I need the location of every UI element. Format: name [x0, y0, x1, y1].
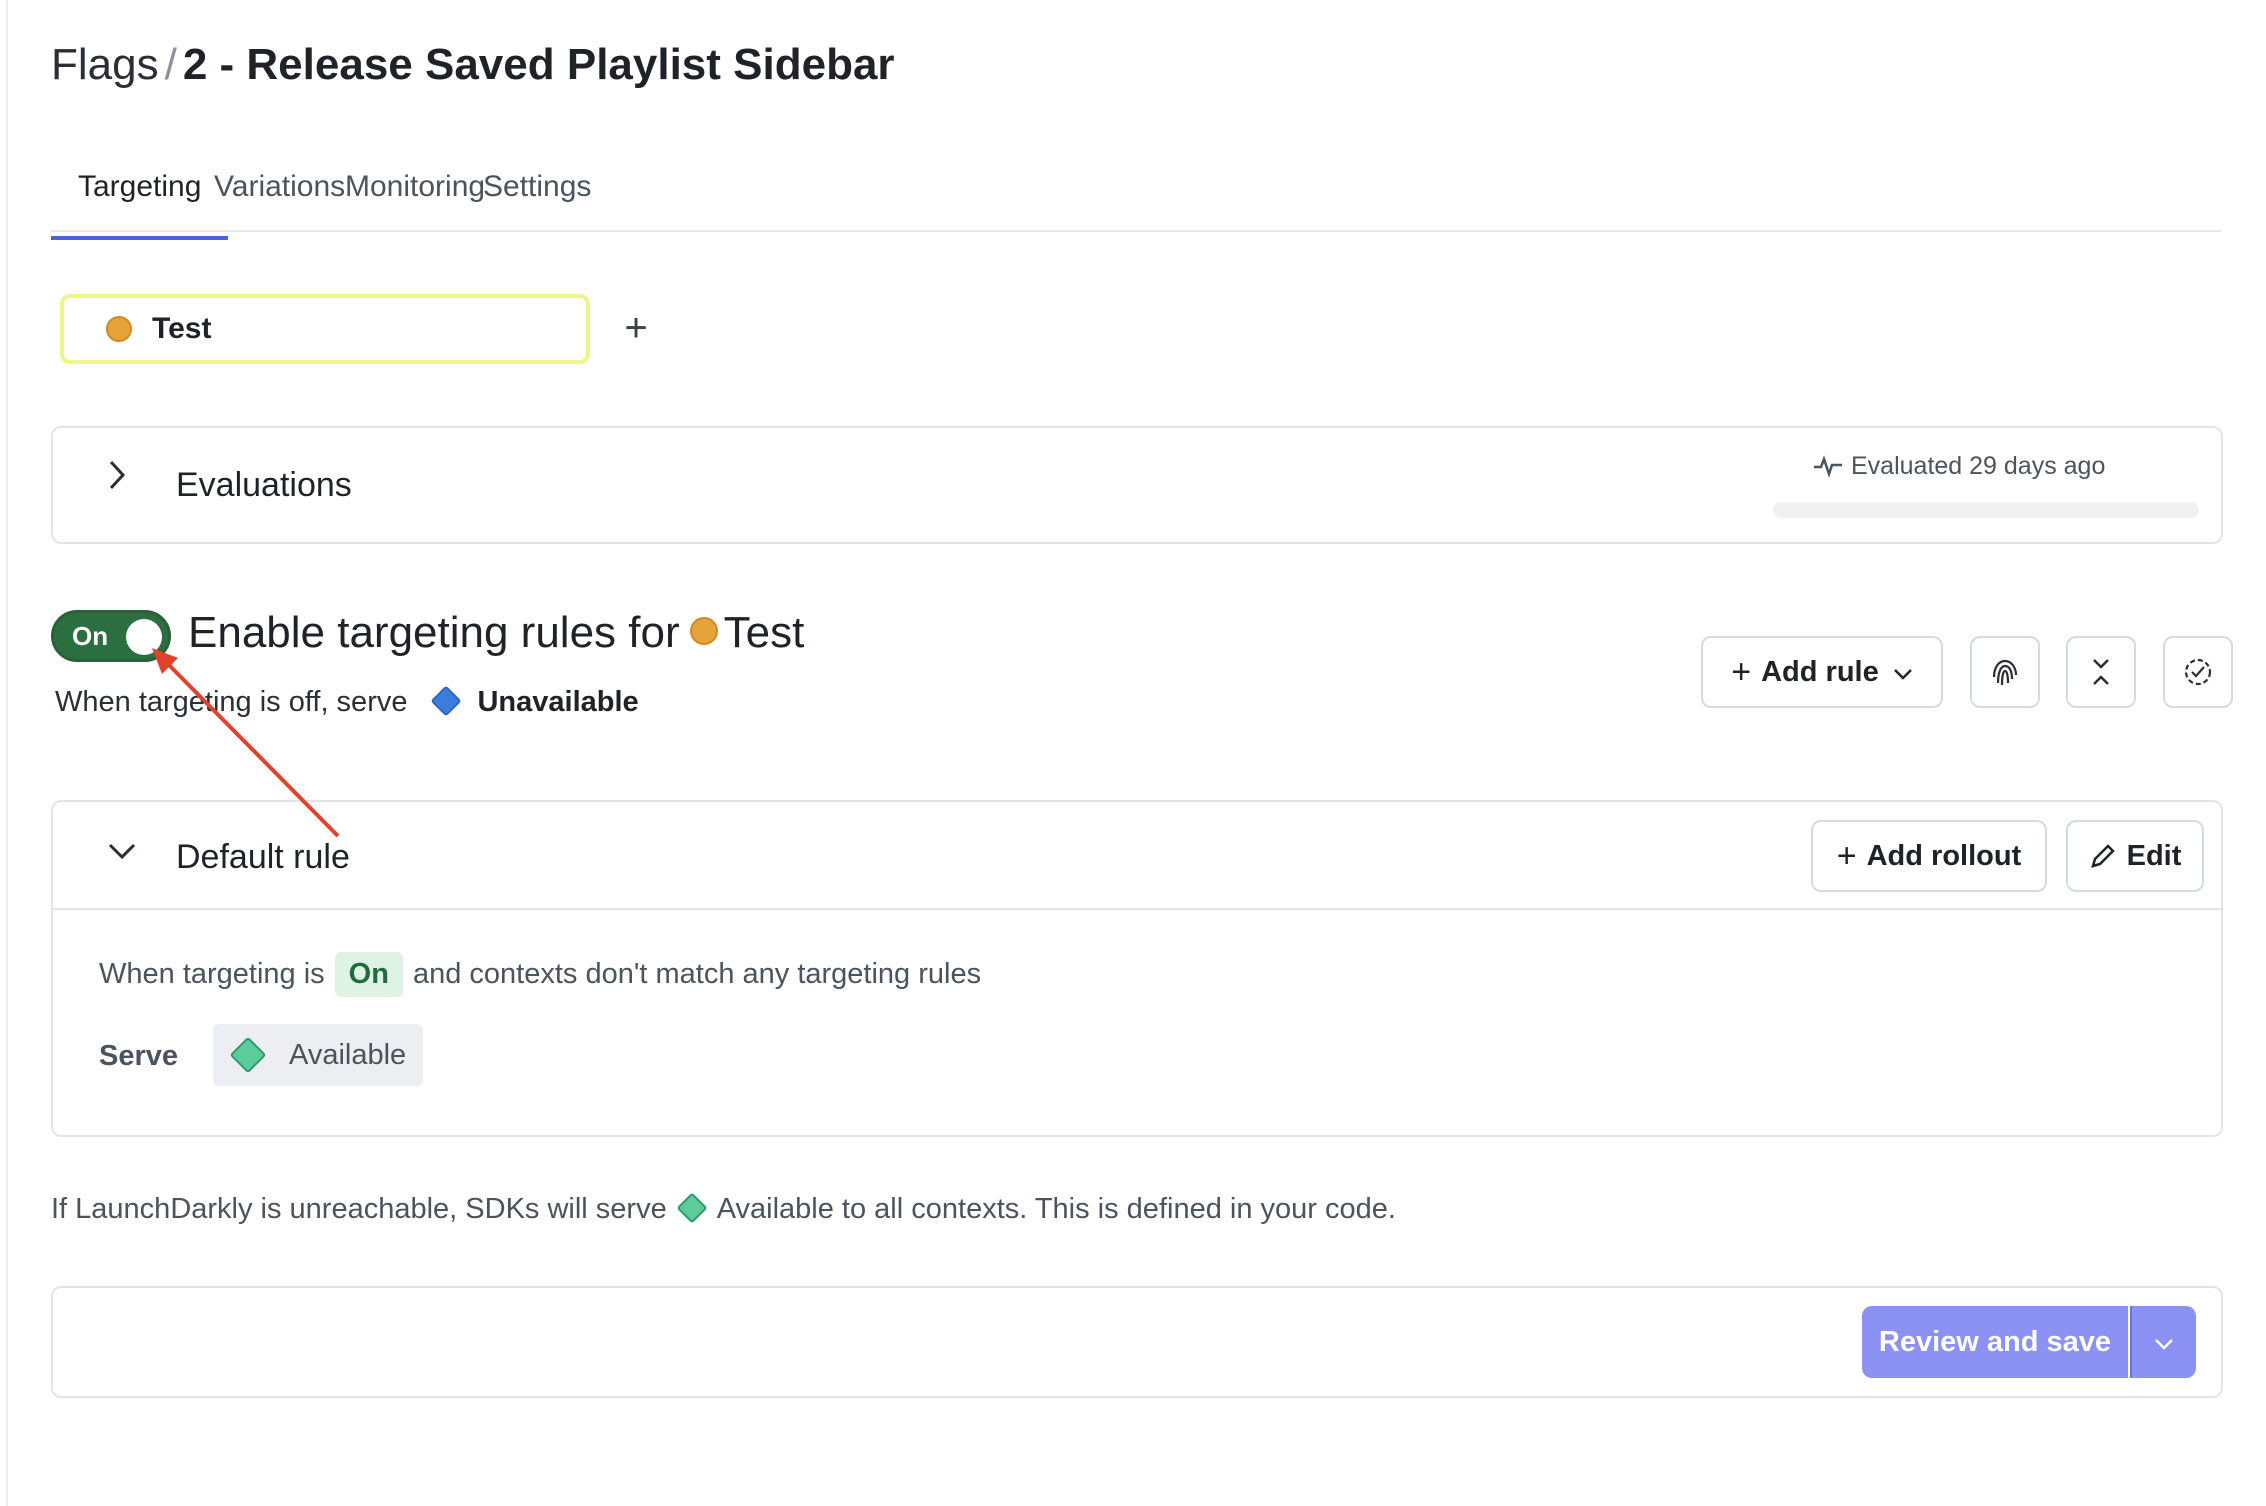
chevron-down-icon[interactable] — [105, 834, 139, 877]
off-variation-name[interactable]: Unavailable — [477, 686, 638, 718]
condition-prefix: When targeting is — [99, 958, 325, 990]
add-environment-button[interactable]: + — [616, 302, 656, 354]
fallback-notice: If LaunchDarkly is unreachable, SDKs wil… — [51, 1192, 1396, 1226]
tab-bar: Targeting Variations Monitoring Settings — [51, 152, 2221, 240]
evaluations-panel[interactable]: Evaluations Evaluated 29 days ago — [51, 426, 2223, 544]
default-rule-panel: Default rule + Add rollout Edit When tar… — [51, 800, 2223, 1137]
add-rollout-label: Add rollout — [1866, 839, 2022, 872]
fingerprint-icon — [1992, 659, 2018, 686]
plus-icon: + — [1731, 652, 1752, 691]
variation-diamond-icon — [430, 685, 463, 717]
page-title: Flags/2 - Release Saved Playlist Sidebar — [51, 40, 895, 90]
plus-icon: + — [624, 306, 648, 350]
targeting-title: Enable targeting rules for Test — [188, 608, 804, 658]
plus-icon: + — [1836, 836, 1857, 875]
fallback-prefix: If LaunchDarkly is unreachable, SDKs wil… — [51, 1193, 667, 1225]
variation-diamond-icon — [676, 1192, 708, 1224]
off-variation-line: When targeting is off, serve Unavailable — [55, 685, 639, 719]
chevron-right-icon[interactable] — [105, 458, 129, 501]
check-circle-icon — [2184, 658, 2212, 686]
condition-suffix: and contexts don't match any targeting r… — [412, 958, 982, 990]
breadcrumb-root[interactable]: Flags — [51, 40, 159, 89]
environment-color-dot — [689, 617, 718, 645]
targeting-toggle[interactable]: On — [51, 610, 171, 662]
variation-diamond-icon — [229, 1036, 267, 1074]
edit-label: Edit — [2126, 839, 2182, 872]
default-rule-title: Default rule — [176, 838, 350, 876]
default-rule-header[interactable]: Default rule + Add rollout Edit — [53, 802, 2221, 910]
add-rule-button[interactable]: + Add rule — [1701, 636, 1943, 708]
fallback-suffix: Available to all contexts. This is defin… — [716, 1193, 1396, 1225]
default-rule-condition: When targeting is On and contexts don't ma… — [99, 952, 981, 997]
breadcrumb-separator: / — [164, 40, 177, 89]
toggle-knob — [126, 619, 162, 655]
evaluations-bar — [1773, 502, 2199, 518]
targeting-toggle-label: On — [72, 621, 109, 651]
chevron-down-icon — [2155, 1339, 2173, 1350]
flag-name: 2 - Release Saved Playlist Sidebar — [182, 40, 895, 89]
evaluations-meta: Evaluated 29 days ago — [1813, 452, 2105, 481]
serve-label: Serve — [99, 1040, 179, 1072]
left-panel-border — [6, 0, 8, 1506]
environment-color-dot — [106, 316, 132, 342]
environment-name: Test — [152, 312, 212, 345]
off-variation-text: When targeting is off, serve — [55, 686, 408, 718]
add-rollout-button[interactable]: + Add rollout — [1811, 820, 2047, 892]
targeting-state-badge: On — [334, 952, 403, 997]
serve-variation-name: Available — [289, 1038, 407, 1071]
evaluations-title: Evaluations — [176, 466, 352, 504]
pencil-icon — [2090, 844, 2115, 868]
environment-selector[interactable]: Test — [60, 294, 590, 364]
serve-variation-select[interactable]: Available — [213, 1024, 423, 1086]
tab-settings[interactable]: Settings — [456, 162, 618, 230]
activity-icon — [1814, 455, 1842, 478]
check-button[interactable] — [2163, 636, 2233, 708]
review-and-save-button[interactable]: Review and save — [1862, 1306, 2128, 1378]
fingerprint-button[interactable] — [1970, 636, 2040, 708]
chevron-down-icon — [1893, 657, 1913, 688]
add-rule-label: Add rule — [1761, 655, 1879, 688]
collapse-icon — [2093, 659, 2109, 685]
targeting-title-text: Enable targeting rules for — [188, 608, 680, 657]
targeting-env-name: Test — [723, 608, 805, 657]
evaluations-meta-text: Evaluated 29 days ago — [1851, 452, 2106, 480]
save-bar: Review and save — [51, 1286, 2223, 1398]
collapse-all-button[interactable] — [2066, 636, 2136, 708]
save-options-button[interactable] — [2130, 1306, 2196, 1378]
edit-button[interactable]: Edit — [2066, 820, 2204, 892]
